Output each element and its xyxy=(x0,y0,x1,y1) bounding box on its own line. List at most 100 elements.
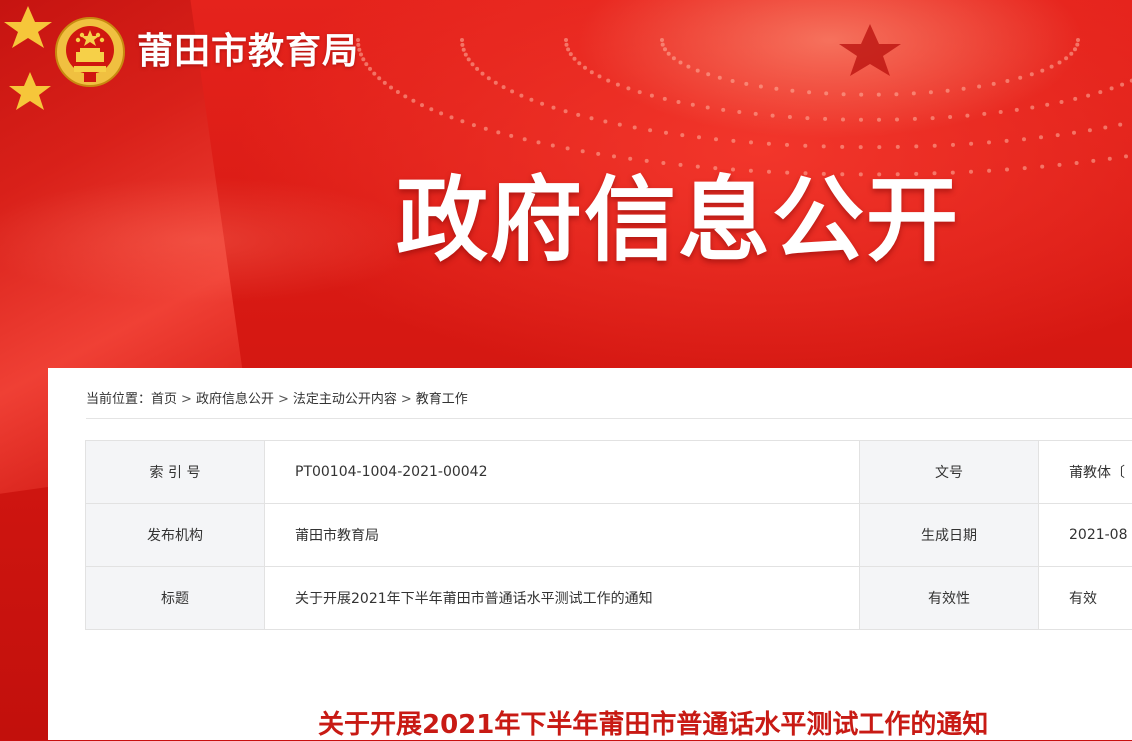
light-dot xyxy=(1005,139,1009,143)
light-dot xyxy=(1022,137,1026,141)
ceiling-star-icon xyxy=(839,24,901,76)
light-dot xyxy=(372,72,376,76)
light-dot xyxy=(648,128,652,132)
light-dot xyxy=(894,92,898,96)
light-dot xyxy=(661,43,665,47)
light-dot xyxy=(566,47,570,51)
light-dot xyxy=(1015,108,1019,112)
light-dot xyxy=(1091,159,1095,163)
light-dot xyxy=(706,106,710,110)
light-dot xyxy=(650,94,654,98)
light-dot xyxy=(1058,163,1062,167)
breadcrumb-info-open-link[interactable]: 政府信息公开 xyxy=(196,392,274,407)
light-dot xyxy=(576,113,580,117)
light-dot xyxy=(824,91,828,95)
light-dot xyxy=(895,118,899,122)
date-value: 2021-08 xyxy=(1039,504,1132,567)
light-dot xyxy=(737,110,741,114)
light-dot xyxy=(987,169,991,173)
light-dot xyxy=(696,69,700,73)
light-dot xyxy=(1030,72,1034,76)
light-dot xyxy=(672,56,676,60)
breadcrumb-separator: > xyxy=(278,392,289,407)
breadcrumb-home-link[interactable]: 首页 xyxy=(151,392,177,407)
light-dot xyxy=(529,98,533,102)
light-dot xyxy=(573,57,577,61)
publisher-value: 莆田市教育局 xyxy=(265,504,860,567)
light-dot xyxy=(359,53,363,57)
light-dot xyxy=(467,57,471,61)
light-dot xyxy=(471,62,475,66)
site-title[interactable]: 莆田市教育局 xyxy=(137,22,359,74)
breadcrumb-prefix: 当前位置： xyxy=(86,392,151,407)
light-dot xyxy=(677,100,681,104)
light-dot xyxy=(969,170,973,174)
light-dot xyxy=(564,109,568,113)
light-dot xyxy=(450,115,454,119)
section-title: 政府信息公开 xyxy=(396,146,960,279)
light-dot xyxy=(1005,168,1009,172)
light-dot xyxy=(460,119,464,123)
light-dot xyxy=(721,108,725,112)
light-dot xyxy=(361,57,365,61)
light-dot xyxy=(420,103,424,107)
validity-label: 有效性 xyxy=(860,567,1039,630)
light-dot xyxy=(1120,83,1124,87)
light-dot xyxy=(663,97,667,101)
light-dot xyxy=(759,85,763,89)
breadcrumb-separator: > xyxy=(181,392,192,407)
light-dot xyxy=(626,86,630,90)
light-dot xyxy=(744,82,748,86)
light-dot xyxy=(396,90,400,94)
light-dot xyxy=(403,94,407,98)
breadcrumb-statutory-link[interactable]: 法定主动公开内容 xyxy=(293,392,397,407)
light-dot xyxy=(1076,38,1080,42)
light-dot xyxy=(992,82,996,86)
light-dot xyxy=(633,126,637,130)
light-dot xyxy=(663,47,667,51)
light-dot xyxy=(472,123,476,127)
light-dot xyxy=(590,70,594,74)
title-value: 关于开展2021年下半年莆田市普通话水平测试工作的通知 xyxy=(265,567,860,630)
light-dot xyxy=(569,52,573,56)
light-dot xyxy=(931,116,935,120)
light-dot xyxy=(1103,126,1107,130)
light-dot xyxy=(564,38,568,42)
validity-value: 有效 xyxy=(1039,567,1132,630)
light-dot xyxy=(460,43,464,47)
light-dot xyxy=(987,140,991,144)
light-dot xyxy=(1050,65,1054,69)
light-dot xyxy=(912,91,916,95)
light-dot xyxy=(1075,43,1079,47)
light-dot xyxy=(475,67,479,71)
light-dot xyxy=(731,79,735,83)
table-row: 索 引 号 PT00104-1004-2021-00042 文号 莆教体〔 xyxy=(86,441,1132,504)
flag-star-icon xyxy=(9,72,51,110)
light-dot xyxy=(1064,56,1068,60)
light-dot xyxy=(1098,90,1102,94)
light-dot xyxy=(509,134,513,138)
light-dot xyxy=(731,139,735,143)
light-dot xyxy=(805,116,809,120)
light-dot xyxy=(383,81,387,85)
light-dot xyxy=(754,112,758,116)
light-dot xyxy=(368,67,372,71)
light-dot xyxy=(686,65,690,69)
light-dot xyxy=(523,137,527,141)
light-dot xyxy=(706,72,710,76)
light-dot xyxy=(1039,135,1043,139)
light-dot xyxy=(1118,123,1122,127)
light-dot xyxy=(680,133,684,137)
light-dot xyxy=(807,90,811,94)
light-dot xyxy=(462,48,466,52)
light-dot xyxy=(841,118,845,122)
light-dot xyxy=(502,85,506,89)
light-dot xyxy=(946,89,950,93)
light-dot xyxy=(389,86,393,90)
light-dot xyxy=(1110,86,1114,90)
light-dot xyxy=(464,53,468,57)
breadcrumb-education-link[interactable]: 教育工作 xyxy=(416,392,468,407)
light-dot xyxy=(540,102,544,106)
light-dot xyxy=(969,142,973,146)
light-dot xyxy=(977,85,981,89)
